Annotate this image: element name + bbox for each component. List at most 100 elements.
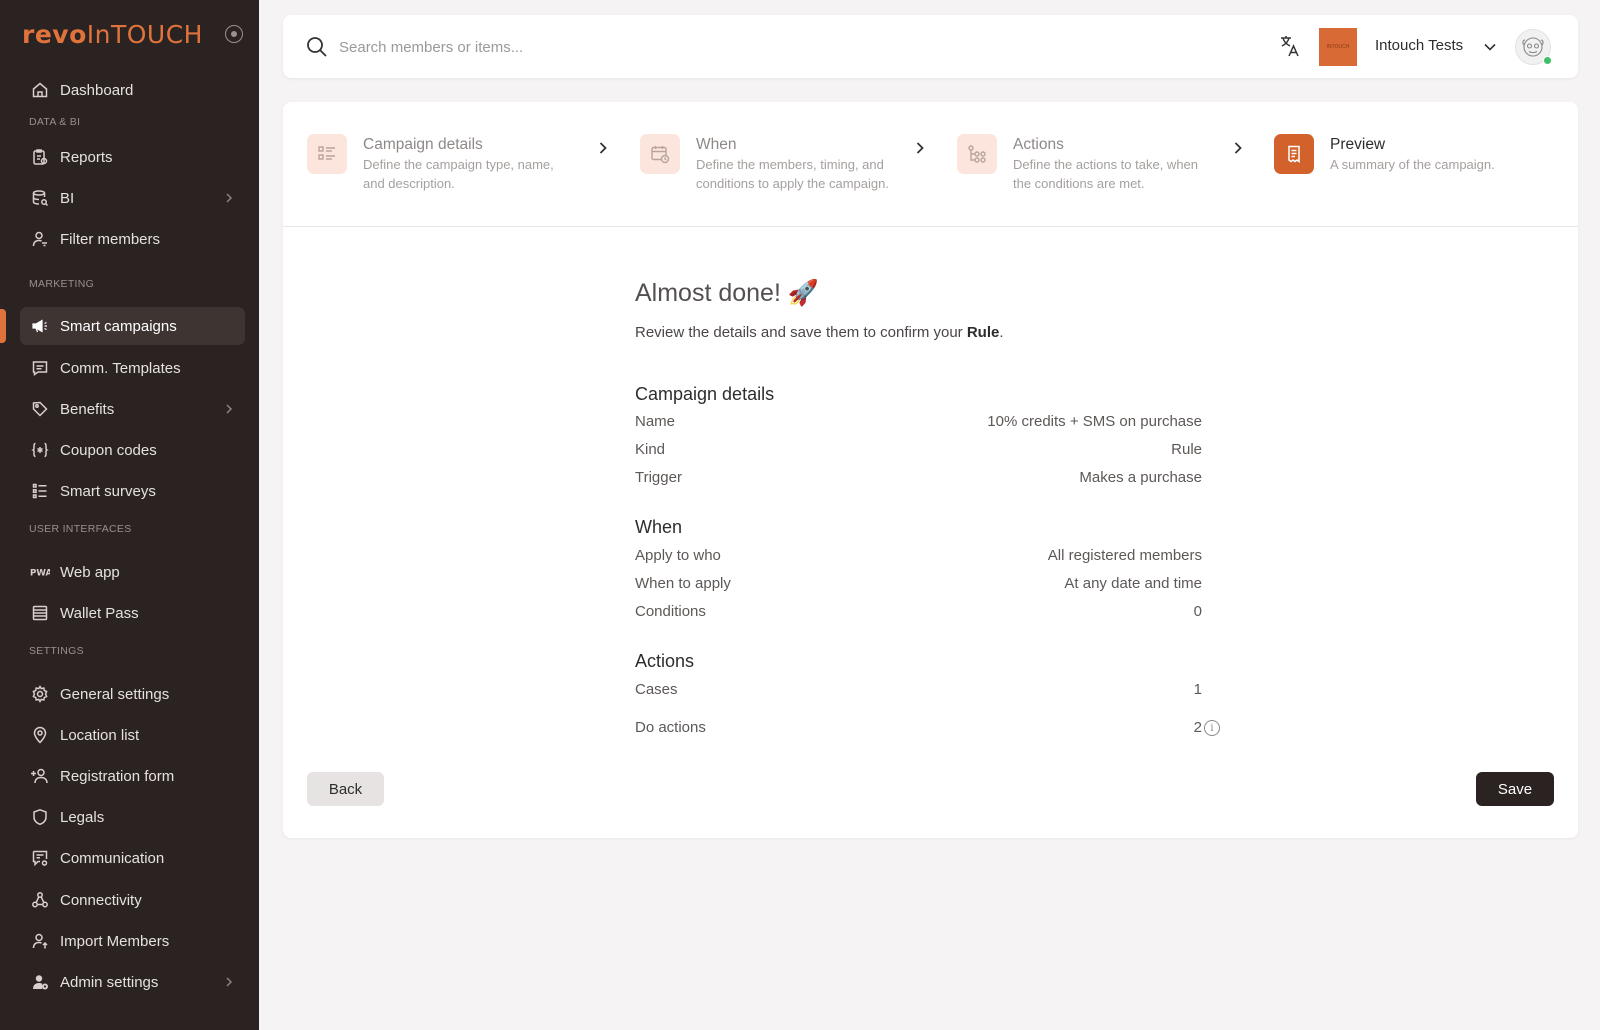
step-description: A summary of the campaign. <box>1330 157 1495 172</box>
revo-intouch-logo[interactable]: revoInTOUCH <box>22 20 203 49</box>
sidebar-item-label: Wallet Pass <box>60 604 139 622</box>
row-value: Rule <box>1171 441 1202 458</box>
section-title-when: When <box>635 517 683 537</box>
page-title: Almost done! 🚀 <box>635 279 819 307</box>
organization-selector[interactable]: Intouch Tests <box>1375 37 1463 54</box>
chevron-down-icon[interactable] <box>1483 39 1497 57</box>
connectivity-icon <box>30 890 50 910</box>
report-icon <box>30 147 50 167</box>
chevron-right-icon <box>225 402 233 419</box>
sidebar-item-benefits[interactable]: Benefits <box>20 390 245 428</box>
preview-intro: Review the details and save them to conf… <box>635 324 1235 341</box>
section-settings: SETTINGS <box>29 645 84 657</box>
sidebar-item-web-app[interactable]: PWA Web app <box>20 553 245 591</box>
sidebar-item-smart-surveys[interactable]: Smart surveys <box>20 472 245 510</box>
sidebar-item-label: Filter members <box>60 230 161 248</box>
sidebar-item-import-members[interactable]: Import Members <box>20 922 245 960</box>
summary-row-apply-to-who: Apply to who All registered members <box>635 547 1202 564</box>
summary-row-name: Name 10% credits + SMS on purchase <box>635 413 1202 430</box>
sidebar-item-label: Admin settings <box>60 973 159 991</box>
intro-text: Review the details and save them to conf… <box>635 324 967 341</box>
sidebar-item-bi[interactable]: BI <box>20 179 245 217</box>
actions-flow-icon <box>957 134 997 174</box>
home-icon <box>30 80 50 100</box>
section-user-interfaces: USER INTERFACES <box>29 523 132 535</box>
chevron-right-icon <box>225 975 233 992</box>
user-filter-icon <box>30 229 50 249</box>
sidebar: revoInTOUCH Dashboard DATA & BI Reports … <box>0 0 259 1030</box>
row-value: 2 <box>1193 719 1202 736</box>
sidebar-item-location-list[interactable]: Location list <box>20 716 245 754</box>
location-pin-icon <box>30 725 50 745</box>
step-actions[interactable]: Actions Define the actions to take, when… <box>957 134 1198 193</box>
sidebar-item-dashboard[interactable]: Dashboard <box>20 71 245 109</box>
online-status-dot <box>1543 56 1552 65</box>
sidebar-item-label: Web app <box>60 563 120 581</box>
logo-revo-text: revo <box>22 19 87 49</box>
sidebar-item-registration-form[interactable]: Registration form <box>20 757 245 795</box>
user-import-icon <box>30 931 50 951</box>
step-preview[interactable]: Preview A summary of the campaign. <box>1274 134 1495 175</box>
pwa-icon: PWA <box>30 562 50 582</box>
section-data-bi: DATA & BI <box>29 116 81 128</box>
search-input[interactable] <box>339 34 939 60</box>
sidebar-item-general-settings[interactable]: General settings <box>20 675 245 713</box>
sidebar-item-label: Smart surveys <box>60 482 156 500</box>
row-value: 10% credits + SMS on purchase <box>987 413 1202 430</box>
sidebar-item-label: Connectivity <box>60 891 142 909</box>
organization-logo-text: INTOUCH <box>1326 44 1350 50</box>
chevron-right-icon <box>915 140 925 161</box>
sidebar-item-communication[interactable]: Communication <box>20 839 245 877</box>
sidebar-item-legals[interactable]: Legals <box>20 798 245 836</box>
sidebar-item-label: Import Members <box>60 932 170 950</box>
summary-row-conditions: Conditions 0 <box>635 603 1202 620</box>
step-description: Define the members, timing, and <box>696 157 884 172</box>
sidebar-item-admin-settings[interactable]: Admin settings <box>20 963 245 1001</box>
sidebar-item-label: Smart campaigns <box>60 317 177 335</box>
gear-icon <box>30 684 50 704</box>
chevron-right-icon <box>598 140 608 161</box>
sidebar-collapse-icon[interactable] <box>225 25 243 43</box>
row-label: Do actions <box>635 719 706 736</box>
form-list-icon <box>307 134 347 174</box>
sidebar-item-coupon-codes[interactable]: Coupon codes <box>20 431 245 469</box>
step-title: Preview <box>1330 136 1386 153</box>
sidebar-item-label: BI <box>60 189 75 207</box>
message-icon <box>30 358 50 378</box>
step-description: the conditions are met. <box>1013 175 1145 191</box>
section-title-actions: Actions <box>635 651 695 671</box>
step-title: Actions <box>1013 136 1064 153</box>
sidebar-item-filter-members[interactable]: Filter members <box>20 220 245 258</box>
back-button[interactable]: Back <box>307 772 384 806</box>
save-button[interactable]: Save <box>1476 772 1554 806</box>
sidebar-item-smart-campaigns[interactable]: Smart campaigns <box>20 307 245 345</box>
summary-row-when-to-apply: When to apply At any date and time <box>635 575 1202 592</box>
row-label: Conditions <box>635 603 706 620</box>
campaign-wizard-card: Campaign details Define the campaign typ… <box>283 102 1578 838</box>
preview-summary: Almost done! 🚀 Review the details and sa… <box>635 279 1235 736</box>
row-label: Cases <box>635 681 678 698</box>
wallet-icon <box>30 603 50 623</box>
translate-icon[interactable] <box>1279 34 1301 63</box>
step-campaign-details[interactable]: Campaign details Define the campaign typ… <box>307 134 554 193</box>
receipt-icon <box>1274 134 1314 174</box>
sidebar-item-label: Dashboard <box>60 81 134 99</box>
step-when[interactable]: When Define the members, timing, and con… <box>640 134 889 193</box>
step-title: When <box>696 136 737 153</box>
sidebar-item-reports[interactable]: Reports <box>20 138 245 176</box>
sidebar-item-label: Registration form <box>60 767 175 785</box>
active-item-marker <box>0 309 6 343</box>
row-value: All registered members <box>1047 547 1202 564</box>
step-description: Define the actions to take, when <box>1013 157 1199 172</box>
shield-icon <box>30 807 50 827</box>
list-icon <box>30 481 50 501</box>
sidebar-item-wallet-pass[interactable]: Wallet Pass <box>20 594 245 632</box>
admin-icon <box>30 972 50 992</box>
row-label: Trigger <box>635 469 682 486</box>
info-icon[interactable]: i <box>1204 720 1220 736</box>
search-icon <box>305 35 329 64</box>
tag-icon <box>30 399 50 419</box>
sidebar-item-comm-templates[interactable]: Comm. Templates <box>20 349 245 387</box>
chevron-right-icon <box>225 191 233 208</box>
sidebar-item-connectivity[interactable]: Connectivity <box>20 881 245 919</box>
